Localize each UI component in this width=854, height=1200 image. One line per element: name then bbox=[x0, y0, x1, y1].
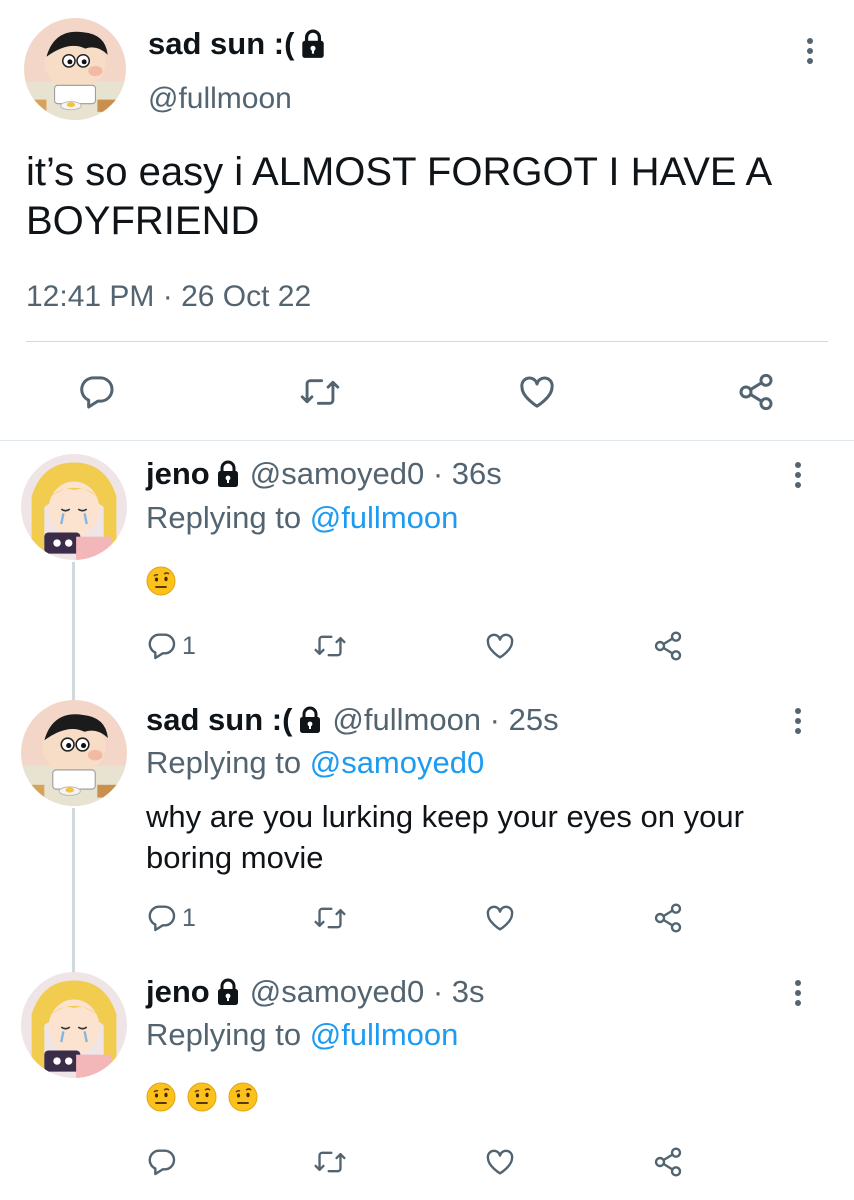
thread-line bbox=[72, 808, 75, 976]
main-tweet-handle[interactable]: @fullmoon bbox=[148, 82, 292, 116]
share-button[interactable] bbox=[736, 372, 776, 412]
reply-display-name[interactable]: jeno bbox=[146, 974, 210, 1010]
replying-to-prefix: Replying to bbox=[146, 1017, 310, 1052]
reply-author-line[interactable]: jeno @samoyed0 · 3s bbox=[146, 974, 485, 1010]
lock-icon bbox=[300, 29, 326, 59]
heart-icon bbox=[483, 630, 517, 662]
retweet-button[interactable] bbox=[313, 1146, 347, 1178]
share-icon bbox=[652, 902, 684, 934]
replying-to-line: Replying to @fullmoon bbox=[146, 1017, 458, 1053]
reply-icon bbox=[146, 1146, 178, 1178]
raised-eyebrow-face-emoji bbox=[228, 1082, 258, 1112]
reply-button[interactable] bbox=[77, 372, 117, 412]
more-options-icon[interactable] bbox=[794, 462, 802, 488]
reply-text: why are you lurking keep your eyes on yo… bbox=[146, 799, 744, 875]
like-button[interactable] bbox=[483, 630, 517, 662]
replying-to-mention[interactable]: @fullmoon bbox=[310, 500, 459, 535]
replying-to-line: Replying to @samoyed0 bbox=[146, 745, 484, 781]
heart-icon bbox=[483, 1146, 517, 1178]
retweet-button[interactable] bbox=[313, 902, 347, 934]
retweet-button[interactable] bbox=[313, 630, 347, 662]
retweet-icon bbox=[313, 1146, 347, 1178]
replying-to-line: Replying to @fullmoon bbox=[146, 500, 458, 536]
reply-handle-time[interactable]: @samoyed0 · 3s bbox=[250, 974, 485, 1010]
lock-icon bbox=[298, 706, 322, 734]
main-tweet-timestamp[interactable]: 12:41 PM · 26 Oct 22 bbox=[26, 280, 311, 314]
reply-icon bbox=[146, 630, 178, 662]
reply-handle-time[interactable]: @fullmoon · 25s bbox=[332, 702, 558, 738]
more-options-icon[interactable] bbox=[794, 708, 802, 734]
avatar-sad-sun[interactable] bbox=[24, 18, 126, 120]
main-tweet-text: it’s so easy i ALMOST FORGOT I HAVE A BO… bbox=[26, 150, 770, 243]
retweet-icon bbox=[299, 372, 341, 412]
reply-count: 1 bbox=[182, 631, 196, 660]
retweet-icon bbox=[313, 902, 347, 934]
lock-icon bbox=[216, 978, 240, 1006]
share-icon bbox=[736, 372, 776, 412]
replying-to-prefix: Replying to bbox=[146, 500, 310, 535]
reply-author-line[interactable]: sad sun :( @fullmoon · 25s bbox=[146, 702, 559, 738]
main-tweet-author[interactable]: sad sun :( bbox=[148, 26, 326, 62]
reply-icon bbox=[146, 902, 178, 934]
reply-handle-time[interactable]: @samoyed0 · 36s bbox=[250, 456, 502, 492]
lock-icon bbox=[216, 460, 240, 488]
reply-button[interactable]: 1 bbox=[146, 630, 196, 662]
retweet-button[interactable] bbox=[299, 372, 341, 412]
more-options-icon[interactable] bbox=[794, 980, 802, 1006]
reply-display-name[interactable]: jeno bbox=[146, 456, 210, 492]
like-button[interactable] bbox=[483, 902, 517, 934]
divider bbox=[0, 440, 854, 441]
share-button[interactable] bbox=[652, 1146, 684, 1178]
raised-eyebrow-face-emoji bbox=[187, 1082, 217, 1112]
share-button[interactable] bbox=[652, 630, 684, 662]
replying-to-prefix: Replying to bbox=[146, 745, 310, 780]
heart-icon bbox=[483, 902, 517, 934]
like-button[interactable] bbox=[483, 1146, 517, 1178]
like-button[interactable] bbox=[516, 372, 558, 412]
heart-icon bbox=[516, 372, 558, 412]
raised-eyebrow-face-emoji bbox=[146, 566, 176, 596]
share-icon bbox=[652, 630, 684, 662]
avatar-jeno[interactable] bbox=[21, 454, 127, 560]
retweet-icon bbox=[313, 630, 347, 662]
reply-count: 1 bbox=[182, 903, 196, 932]
avatar-sad-sun[interactable] bbox=[21, 700, 127, 806]
share-button[interactable] bbox=[652, 902, 684, 934]
main-tweet-display-name[interactable]: sad sun :( bbox=[148, 26, 294, 62]
share-icon bbox=[652, 1146, 684, 1178]
replying-to-mention[interactable]: @samoyed0 bbox=[310, 745, 485, 780]
reply-button[interactable] bbox=[146, 1146, 182, 1178]
more-options-icon[interactable] bbox=[806, 38, 814, 64]
reply-author-line[interactable]: jeno @samoyed0 · 36s bbox=[146, 456, 502, 492]
reply-button[interactable]: 1 bbox=[146, 902, 196, 934]
raised-eyebrow-face-emoji bbox=[146, 1082, 176, 1112]
emoji-row bbox=[146, 1082, 269, 1112]
replying-to-mention[interactable]: @fullmoon bbox=[310, 1017, 459, 1052]
divider bbox=[26, 341, 828, 342]
avatar-jeno[interactable] bbox=[21, 972, 127, 1078]
reply-icon bbox=[77, 372, 117, 412]
reply-display-name[interactable]: sad sun :( bbox=[146, 702, 292, 738]
thread-line bbox=[72, 562, 75, 702]
emoji-row bbox=[146, 566, 187, 596]
